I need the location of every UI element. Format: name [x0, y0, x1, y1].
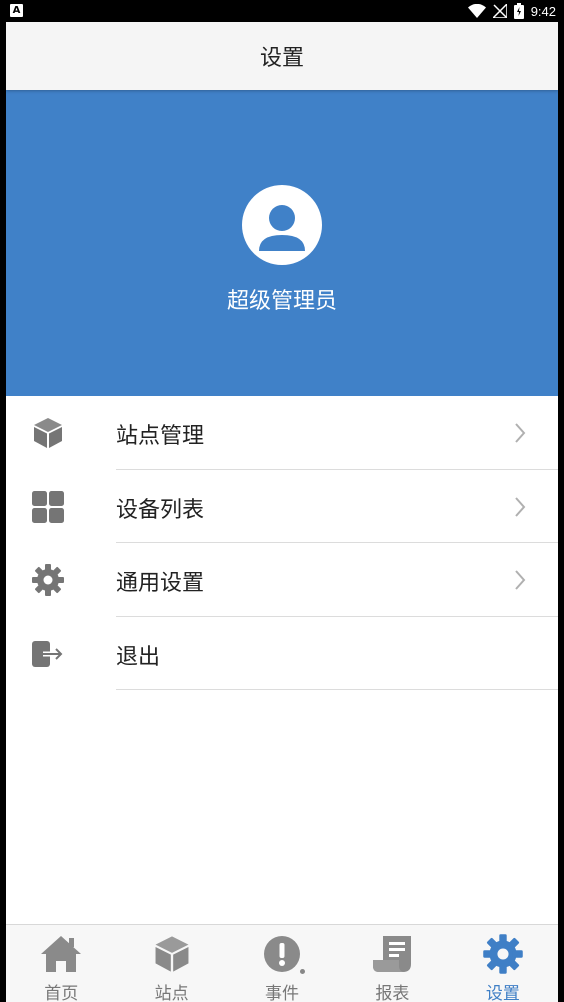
- menu-item-label: 设备列表: [116, 497, 205, 523]
- menu-item-label: 退出: [116, 644, 161, 670]
- user-icon: [259, 205, 305, 251]
- clock: 9:42: [530, 3, 556, 19]
- tab-reports[interactable]: 报表: [337, 925, 447, 1002]
- menu-item-general-settings[interactable]: 通用设置: [6, 543, 558, 617]
- gear-icon: [30, 563, 66, 597]
- cube-icon: [150, 933, 194, 975]
- menu-item-label: 通用设置: [116, 571, 205, 596]
- avatar[interactable]: [242, 185, 322, 265]
- tab-label: 事件: [265, 984, 300, 1002]
- settings-menu: 站点管理 设备列表 通用设置 退出: [6, 396, 558, 690]
- app-screen: 设置 超级管理员 站点管理 设备列表 通用设置 退出 首页 站点 事件 报表 设…: [6, 22, 558, 1002]
- menu-item-site-management[interactable]: 站点管理: [6, 396, 558, 470]
- wifi-icon: [467, 4, 486, 18]
- profile-banner: 超级管理员: [6, 90, 558, 396]
- gear-icon: [481, 933, 525, 975]
- status-bar: A 9:42: [0, 0, 564, 22]
- unread-dot: [299, 969, 305, 974]
- notification-badge: A: [10, 4, 23, 17]
- tab-label: 首页: [44, 984, 79, 1002]
- report-icon: [370, 933, 414, 975]
- username: 超级管理员: [226, 289, 337, 314]
- page-title: 设置: [259, 46, 304, 71]
- chevron-right-icon: [514, 569, 526, 595]
- menu-item-label: 站点管理: [116, 424, 205, 449]
- tab-sites[interactable]: 站点: [116, 925, 226, 1002]
- tab-label: 站点: [154, 984, 189, 1002]
- divider: [116, 689, 558, 690]
- status-icons: 9:42: [467, 0, 556, 22]
- chevron-right-icon: [514, 496, 526, 522]
- chevron-right-icon: [514, 422, 526, 448]
- logout-icon: [30, 637, 66, 671]
- tab-events[interactable]: 事件: [227, 925, 337, 1002]
- tab-home[interactable]: 首页: [6, 925, 116, 1002]
- battery-icon: [513, 3, 524, 19]
- bottom-tab-bar: 首页 站点 事件 报表 设置: [6, 924, 558, 1002]
- tab-label: 设置: [485, 984, 520, 1002]
- menu-item-device-list[interactable]: 设备列表: [6, 470, 558, 543]
- tab-settings[interactable]: 设置: [448, 925, 558, 1002]
- grid-icon: [30, 490, 66, 524]
- menu-item-logout[interactable]: 退出: [6, 617, 558, 690]
- home-icon: [39, 933, 83, 975]
- app-header: 设置: [6, 22, 558, 90]
- tab-label: 报表: [375, 984, 410, 1002]
- alert-icon: [260, 933, 304, 975]
- cube-icon: [30, 416, 66, 450]
- no-signal-icon: [492, 4, 507, 18]
